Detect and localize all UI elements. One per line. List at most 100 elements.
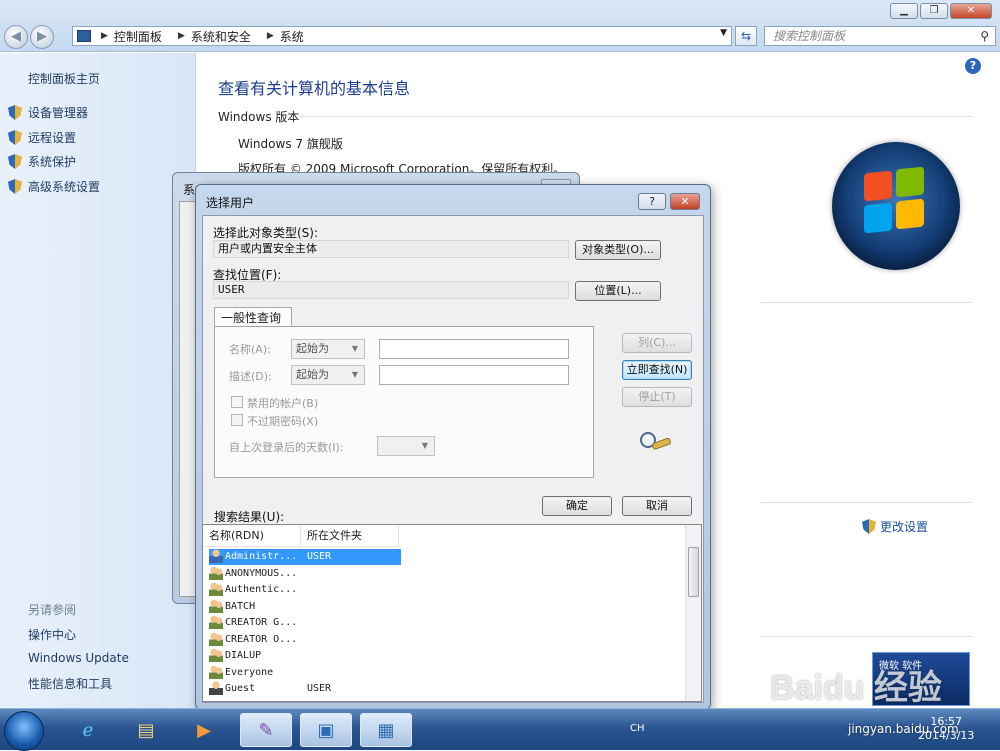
search-placeholder: 搜索控制面板 — [773, 29, 846, 43]
window-controls: ▁ ❐ ✕ — [890, 3, 992, 19]
language-indicator[interactable]: CH — [630, 723, 645, 734]
non-expiring-password-checkbox[interactable] — [231, 414, 243, 426]
user-accounts-taskbar-icon[interactable]: ▦ — [360, 713, 412, 747]
windows-edition-heading: Windows 版本 — [218, 110, 300, 124]
object-type-label: 选择此对象类型(S): — [213, 226, 319, 240]
start-button[interactable] — [4, 711, 44, 751]
sidebar-item-device-manager[interactable]: 设备管理器 — [8, 104, 88, 121]
list-item[interactable]: Everyone — [209, 665, 499, 681]
result-name: ANONYMOUS... — [225, 568, 298, 579]
windows-logo — [832, 142, 960, 270]
results-scrollbar[interactable] — [685, 525, 701, 701]
help-button[interactable]: ? — [638, 193, 666, 210]
days-since-logon-label: 自上次登录后的天数(I): — [229, 441, 344, 454]
action-center-link[interactable]: 操作中心 — [28, 626, 76, 643]
description-match-select[interactable]: 起始为 ▼ — [291, 365, 365, 385]
breadcrumb-system-security[interactable]: 系统和安全 — [191, 28, 251, 45]
group-icon — [209, 665, 223, 679]
non-expiring-password-label: 不过期密码(X) — [247, 415, 319, 428]
help-icon[interactable]: ? — [965, 58, 981, 74]
breadcrumb-system[interactable]: 系统 — [280, 28, 304, 45]
scrollbar-thumb[interactable] — [688, 547, 699, 597]
logo-flag-red — [864, 170, 892, 202]
explorer-folder-icon[interactable]: ▤ — [120, 713, 172, 747]
sidebar-item-remote-settings[interactable]: 远程设置 — [8, 129, 76, 146]
ok-button[interactable]: 确定 — [542, 496, 612, 516]
find-now-button[interactable]: 立即查找(N) — [622, 360, 692, 380]
sidebar-item-system-protection[interactable]: 系统保护 — [8, 153, 76, 170]
forward-button[interactable]: ▶ — [30, 25, 54, 49]
list-item[interactable]: Guest USER — [209, 681, 499, 697]
result-name: CREATOR G... — [225, 617, 298, 628]
shield-icon — [862, 519, 876, 534]
column-header-name[interactable]: 名称(RDN) — [203, 525, 301, 547]
media-player-icon[interactable]: ▶ — [178, 713, 230, 747]
description-label: 描述(D): — [229, 370, 272, 383]
search-icon[interactable]: ⚲ — [980, 27, 989, 45]
change-settings-link[interactable]: 更改设置 — [862, 518, 928, 535]
cancel-button[interactable]: 取消 — [622, 496, 692, 516]
minimize-button[interactable]: ▁ — [890, 3, 918, 19]
list-item[interactable]: Administr... USER — [209, 549, 401, 565]
back-button[interactable]: ◀ — [4, 25, 28, 49]
baidu-watermark-url: jingyan.baidu.com — [848, 722, 959, 736]
description-input[interactable] — [379, 365, 569, 385]
search-input[interactable]: 搜索控制面板 ⚲ — [764, 26, 996, 46]
sidebar-item-advanced-settings[interactable]: 高级系统设置 — [8, 178, 100, 195]
maximize-button[interactable]: ❐ — [920, 3, 948, 19]
result-name: Administr... — [225, 551, 298, 562]
locations-button[interactable]: 位置(L)... — [575, 281, 661, 301]
windows-update-link[interactable]: Windows Update — [28, 651, 129, 665]
chevron-right-icon: ▶ — [266, 31, 274, 41]
column-header-folder[interactable]: 所在文件夹 — [301, 525, 399, 547]
sidebar-item-label: 系统保护 — [28, 155, 77, 169]
windows-edition-value: Windows 7 旗舰版 — [238, 137, 343, 151]
list-item[interactable]: BATCH — [209, 599, 499, 615]
name-match-select[interactable]: 起始为 ▼ — [291, 339, 365, 359]
search-results-label: 搜索结果(U): — [214, 510, 285, 524]
performance-tools-link[interactable]: 性能信息和工具 — [28, 675, 112, 692]
logo-flag-blue — [864, 202, 892, 234]
search-users-icon — [640, 432, 671, 450]
object-types-button[interactable]: 对象类型(O)... — [575, 240, 661, 260]
list-item[interactable]: ANONYMOUS... — [209, 566, 499, 582]
control-panel-taskbar-icon[interactable]: ▣ — [300, 713, 352, 747]
search-results-list[interactable]: 名称(RDN) 所在文件夹 Administr... USER ANONYMOUS… — [202, 524, 702, 702]
system-properties-title: 系 — [183, 183, 196, 197]
address-bar[interactable]: ▶ 控制面板 ▶ 系统和安全 ▶ 系统 ▼ — [72, 26, 732, 46]
result-folder: USER — [307, 551, 332, 562]
refresh-button[interactable]: ⇆ — [735, 26, 757, 46]
sidebar-item-label: 远程设置 — [28, 131, 77, 145]
page-title: 查看有关计算机的基本信息 — [218, 79, 411, 98]
disabled-accounts-checkbox[interactable] — [231, 396, 243, 408]
shield-icon — [8, 130, 22, 145]
paint-icon[interactable]: ✎ — [240, 713, 292, 747]
internet-explorer-icon[interactable]: ℯ — [62, 713, 114, 747]
disabled-accounts-label: 禁用的帐户(B) — [247, 397, 319, 410]
breadcrumb-control-panel[interactable]: 控制面板 — [114, 28, 162, 45]
divider — [760, 502, 972, 503]
dialog-close-button[interactable]: ✕ — [670, 193, 700, 210]
common-queries-panel: 名称(A): 起始为 ▼ 描述(D): 起始为 ▼ 禁用的帐户(B) 不过期密码… — [214, 326, 594, 478]
control-panel-home-link[interactable]: 控制面板主页 — [28, 70, 100, 87]
result-name: Guest — [225, 683, 256, 694]
list-item[interactable]: DIALUP — [209, 648, 499, 664]
result-name: Authentic... — [225, 584, 298, 595]
group-icon — [209, 599, 223, 613]
stop-button[interactable]: 停止(T) — [622, 387, 692, 407]
explorer-titlebar: ▁ ❐ ✕ ◀ ▶ ▶ 控制面板 ▶ 系统和安全 ▶ 系统 ▼ ⇆ 搜索控制面板… — [0, 0, 1000, 52]
list-item[interactable]: CREATOR G... — [209, 615, 499, 631]
user-icon — [209, 681, 223, 695]
list-item[interactable]: CREATOR O... — [209, 632, 499, 648]
shield-icon — [8, 154, 22, 169]
days-since-logon-select[interactable]: ▼ — [377, 436, 435, 456]
name-input[interactable] — [379, 339, 569, 359]
columns-button[interactable]: 列(C)... — [622, 333, 692, 353]
list-item[interactable]: Authentic... — [209, 582, 499, 598]
logo-flag-green — [896, 166, 924, 198]
sidebar-item-label: 高级系统设置 — [28, 180, 101, 194]
address-dropdown-icon[interactable]: ▼ — [720, 28, 727, 38]
close-button[interactable]: ✕ — [950, 3, 992, 19]
chevron-right-icon: ▶ — [101, 31, 108, 41]
tab-common-queries[interactable]: 一般性查询 — [214, 307, 292, 327]
